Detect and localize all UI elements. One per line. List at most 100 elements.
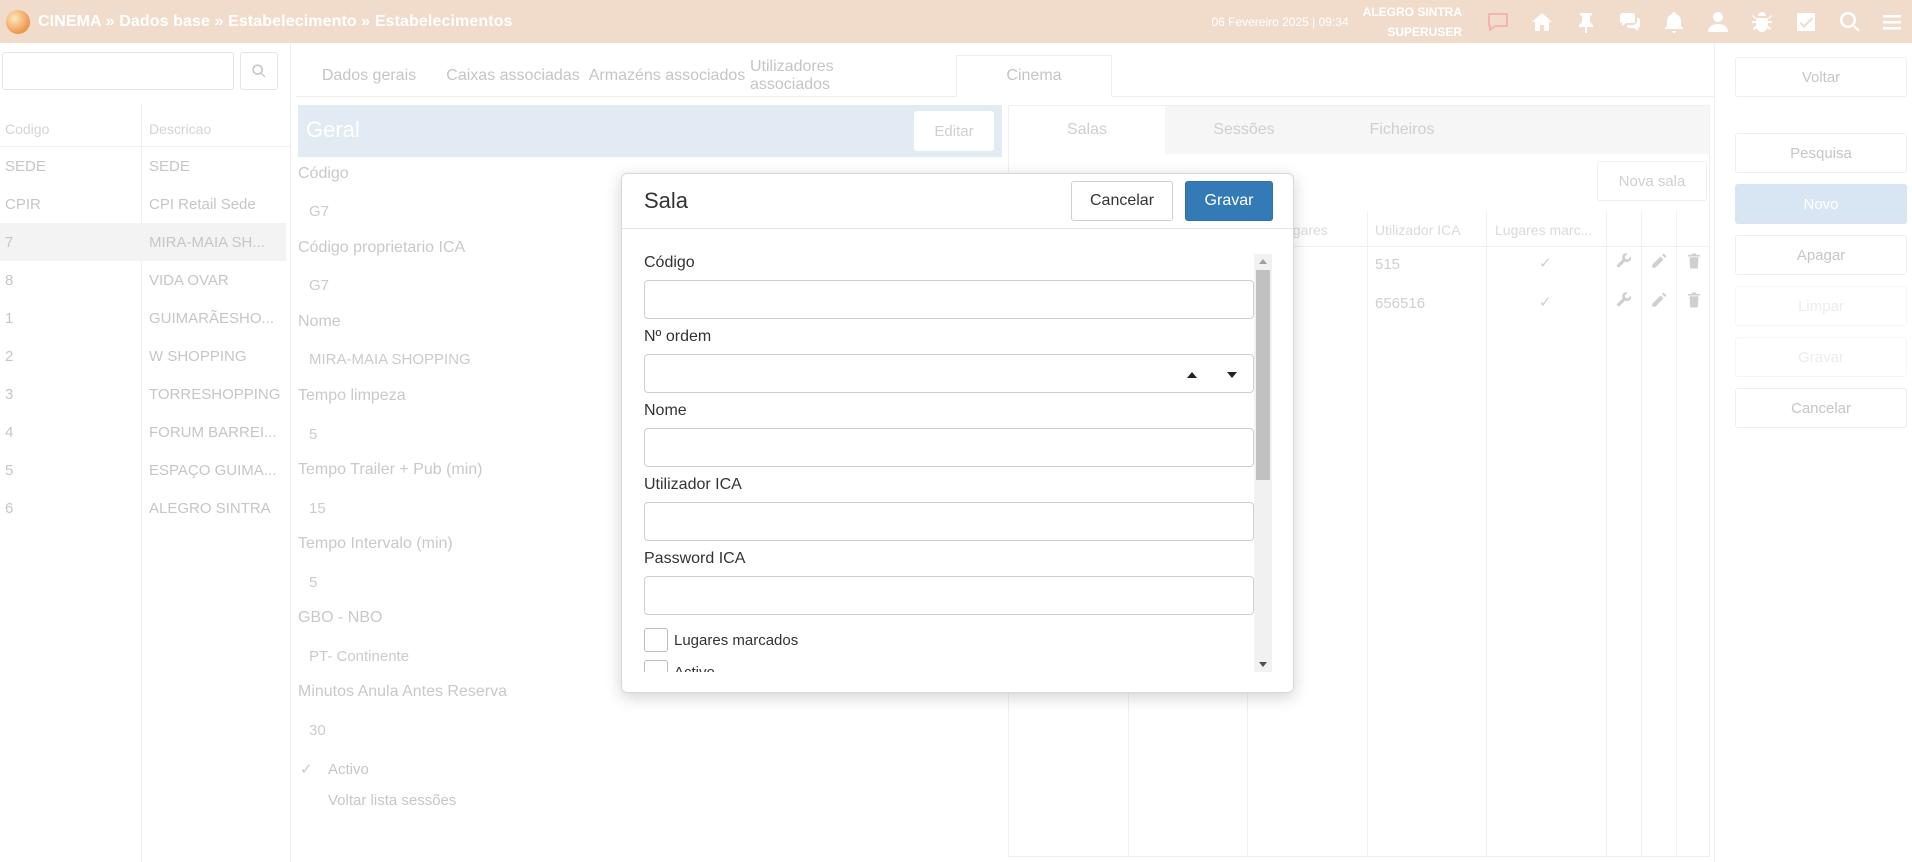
column-header-utilizador-ica[interactable]: Utilizador ICA — [1375, 222, 1461, 238]
top-bar: CINEMA » Dados base » Estabelecimento » … — [0, 0, 1912, 43]
ordem-label: Nº ordem — [644, 328, 712, 345]
establishment-list: Codigo Descricao SEDE SEDE CPIR CPI Retail… — [0, 43, 290, 862]
bug-icon[interactable] — [1740, 0, 1784, 43]
tab-sessoes[interactable]: Sessões — [1165, 106, 1323, 154]
checkbox-box[interactable] — [644, 660, 668, 672]
codigo-label: Código — [644, 254, 695, 271]
field-value: MIRA-MAIA SHOPPING — [309, 351, 471, 368]
tab-cinema[interactable]: Cinema — [956, 55, 1112, 97]
checkbox-icon[interactable] — [1784, 0, 1828, 43]
field-label: GBO - NBO — [298, 609, 383, 626]
list-search-input[interactable] — [2, 52, 234, 90]
row-code: 8 — [5, 272, 14, 289]
delete-button[interactable]: Apagar — [1735, 235, 1907, 275]
row-code: 4 — [5, 424, 14, 441]
column-divider — [1486, 211, 1487, 856]
modal-save-button[interactable]: Gravar — [1185, 181, 1273, 221]
scroll-up-icon[interactable] — [1259, 259, 1267, 264]
tab-ficheiros[interactable]: Ficheiros — [1323, 106, 1481, 154]
edit-button[interactable]: Editar — [914, 111, 994, 151]
field-value: PT- Continente — [309, 648, 410, 665]
checkbox-label: Lugares marcados — [674, 631, 799, 649]
tab-armazens-associados[interactable]: Armazéns associados — [584, 55, 750, 97]
section-title: Geral — [306, 117, 360, 142]
trash-icon[interactable] — [1685, 252, 1703, 270]
row-code: 6 — [5, 500, 14, 517]
clear-button[interactable]: Limpar — [1735, 286, 1907, 326]
chat-bubble-icon[interactable] — [1476, 0, 1520, 43]
search-icon[interactable] — [1828, 0, 1872, 43]
list-search-button[interactable] — [240, 52, 278, 90]
row-description: MIRA-MAIA SH... — [149, 234, 265, 251]
list-row[interactable]: SEDE SEDE — [0, 147, 286, 185]
row-description: TORRESHOPPING — [149, 386, 281, 403]
column-divider — [1606, 211, 1607, 856]
ordem-number-input[interactable] — [644, 354, 1254, 393]
pencil-icon[interactable] — [1650, 252, 1668, 270]
list-row[interactable]: 3 TORRESHOPPING — [0, 375, 286, 413]
list-row[interactable]: CPIR CPI Retail Sede — [0, 185, 286, 223]
back-button[interactable]: Voltar — [1735, 57, 1907, 97]
pencil-icon[interactable] — [1650, 291, 1668, 309]
nome-input[interactable] — [644, 428, 1254, 467]
modal-scrollbar[interactable] — [1254, 254, 1272, 672]
row-description: VIDA OVAR — [149, 272, 229, 289]
top-right-area: 06 Fevereiro 2025 | 09:34 ALEGRO SINTRA … — [1211, 0, 1912, 43]
save-button[interactable]: Gravar — [1735, 337, 1907, 377]
home-icon[interactable] — [1520, 0, 1564, 43]
list-row[interactable]: 8 VIDA OVAR — [0, 261, 286, 299]
wrench-icon[interactable] — [1615, 252, 1633, 270]
column-header-codigo[interactable]: Codigo — [5, 121, 49, 137]
codigo-input[interactable] — [644, 280, 1254, 319]
cancel-button[interactable]: Cancelar — [1735, 388, 1907, 428]
tab-caixas-associadas[interactable]: Caixas associadas — [442, 55, 584, 97]
increment-icon[interactable] — [1187, 372, 1197, 378]
tab-utilizadores-associados[interactable]: Utilizadores associados — [750, 55, 916, 97]
menu-icon[interactable] — [1872, 0, 1912, 43]
column-header-lugares-marcados[interactable]: Lugares marc... — [1495, 222, 1592, 238]
list-row[interactable]: 1 GUIMARÃESHO... — [0, 299, 286, 337]
tab-salas[interactable]: Salas — [1009, 106, 1165, 154]
list-row-selected[interactable]: 7 MIRA-MAIA SH... — [0, 223, 286, 261]
bell-icon[interactable] — [1652, 0, 1696, 43]
modal-cancel-button[interactable]: Cancelar — [1071, 181, 1173, 221]
activo-checkbox[interactable]: Activo — [644, 660, 715, 672]
wrench-icon[interactable] — [1615, 291, 1633, 309]
scrollbar-thumb[interactable] — [1256, 270, 1270, 480]
row-description: ALEGRO SINTRA — [149, 500, 271, 517]
lugares-marcados-checkbox[interactable]: Lugares marcados — [644, 628, 798, 652]
comments-icon[interactable] — [1608, 0, 1652, 43]
checkmark-icon: ✓ — [300, 761, 313, 778]
list-row[interactable]: 2 W SHOPPING — [0, 337, 286, 375]
row-code: SEDE — [5, 158, 46, 175]
pin-icon[interactable] — [1564, 0, 1608, 43]
password-ica-label: Password ICA — [644, 550, 746, 567]
search-button[interactable]: Pesquisa — [1735, 133, 1907, 173]
checkbox-box[interactable] — [644, 628, 668, 652]
check-label: Activo — [328, 760, 369, 778]
tab-dados-gerais[interactable]: Dados gerais — [296, 55, 442, 97]
user-icon[interactable] — [1696, 0, 1740, 43]
list-row[interactable]: 6 ALEGRO SINTRA — [0, 489, 286, 527]
column-divider — [1367, 211, 1368, 856]
row-description: SEDE — [149, 158, 190, 175]
password-ica-input[interactable] — [644, 576, 1254, 615]
list-row[interactable]: 4 FORUM BARREI... — [0, 413, 286, 451]
check-voltar-lista: Voltar lista sessões — [300, 792, 456, 809]
trash-icon[interactable] — [1685, 291, 1703, 309]
user-info[interactable]: ALEGRO SINTRA SUPERUSER — [1363, 2, 1462, 42]
column-header-descricao[interactable]: Descricao — [149, 121, 211, 137]
row-description: ESPAÇO GUIMA... — [149, 462, 277, 479]
modal-body: Código Nº ordem Nome Utilizador ICA Pass… — [644, 254, 1254, 672]
row-code: 1 — [5, 310, 14, 327]
scroll-down-icon[interactable] — [1259, 662, 1267, 667]
new-room-button[interactable]: Nova sala — [1597, 161, 1707, 201]
new-button[interactable]: Novo — [1735, 184, 1907, 224]
utilizador-ica-input[interactable] — [644, 502, 1254, 541]
datetime-label: 06 Fevereiro 2025 | 09:34 — [1211, 14, 1349, 29]
field-label: Minutos Anula Antes Reserva — [298, 683, 508, 700]
field-label: Nome — [298, 313, 341, 330]
decrement-icon[interactable] — [1227, 372, 1237, 378]
list-row[interactable]: 5 ESPAÇO GUIMA... — [0, 451, 286, 489]
field-label: Código — [298, 165, 349, 182]
